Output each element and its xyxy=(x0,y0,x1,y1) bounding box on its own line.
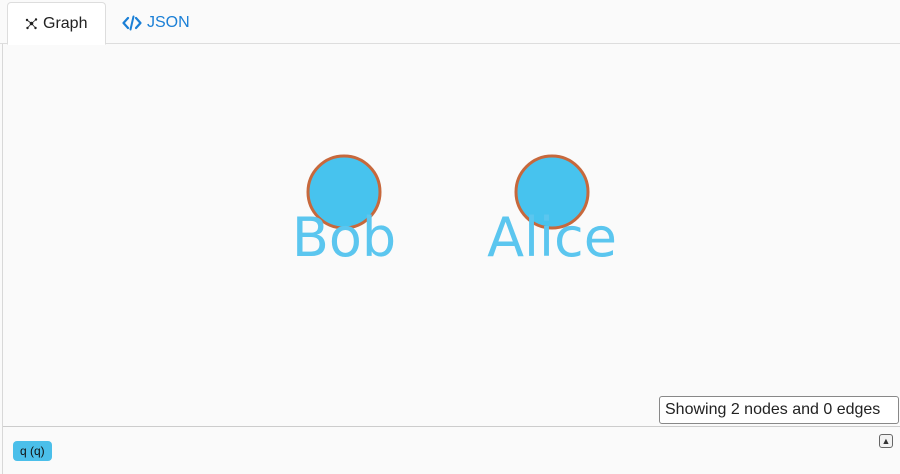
graph-node-bob[interactable]: Bob xyxy=(292,154,396,269)
graph-viewer: Graph JSON Bob Alice Showing 2 nodes and … xyxy=(0,0,900,474)
query-bar: q (q) ▲ xyxy=(3,427,900,474)
tab-json[interactable]: JSON xyxy=(110,2,204,44)
status-box: Showing 2 nodes and 0 edges xyxy=(659,396,899,424)
graph-icon xyxy=(25,17,38,30)
tab-graph[interactable]: Graph xyxy=(7,2,106,45)
triangle-up-icon: ▲ xyxy=(881,435,891,446)
code-icon xyxy=(122,15,142,31)
query-chip[interactable]: q (q) xyxy=(13,441,52,461)
node-label: Alice xyxy=(487,206,617,269)
node-label: Bob xyxy=(292,206,396,269)
tab-bar: Graph JSON xyxy=(0,0,900,45)
tab-graph-label: Graph xyxy=(43,14,88,32)
graph-node-alice[interactable]: Alice xyxy=(487,154,617,269)
expand-button[interactable]: ▲ xyxy=(879,434,893,448)
tab-json-label: JSON xyxy=(147,14,190,31)
graph-canvas[interactable]: Bob Alice xyxy=(3,44,900,426)
